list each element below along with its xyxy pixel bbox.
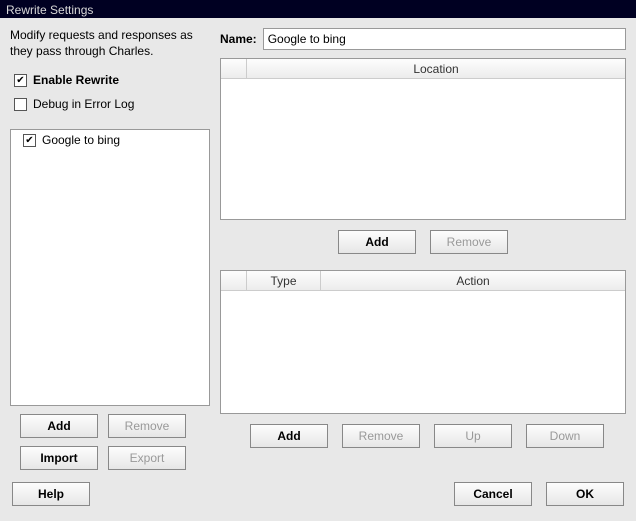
action-tbody <box>221 291 625 413</box>
name-row: Name: <box>220 28 626 50</box>
remove-action-button[interactable]: Remove <box>342 424 420 448</box>
action-thead: Type Action <box>221 271 625 291</box>
list-item[interactable]: ✔ Google to bing <box>11 130 209 150</box>
rule-label: Google to bing <box>42 133 120 147</box>
action-table[interactable]: Type Action <box>220 270 626 414</box>
action-col-action[interactable]: Action <box>321 271 625 290</box>
add-rule-button[interactable]: Add <box>20 414 98 438</box>
action-section: Type Action Add Remove Up Down <box>220 270 626 448</box>
debug-row[interactable]: Debug in Error Log <box>10 97 210 111</box>
location-col-stub[interactable] <box>221 59 247 78</box>
debug-checkbox[interactable] <box>14 98 27 111</box>
debug-label: Debug in Error Log <box>33 97 134 111</box>
up-action-button[interactable]: Up <box>434 424 512 448</box>
help-button[interactable]: Help <box>12 482 90 506</box>
enable-rewrite-row[interactable]: ✔ Enable Rewrite <box>10 73 210 87</box>
enable-rewrite-label: Enable Rewrite <box>33 73 119 87</box>
action-buttons: Add Remove Up Down <box>220 424 626 448</box>
window-title: Rewrite Settings <box>6 3 93 17</box>
name-label: Name: <box>220 32 257 46</box>
titlebar: Rewrite Settings <box>0 0 636 18</box>
location-table[interactable]: Location <box>220 58 626 220</box>
rules-list[interactable]: ✔ Google to bing <box>10 129 210 406</box>
left-pane: Modify requests and responses as they pa… <box>10 28 210 470</box>
enable-rewrite-checkbox[interactable]: ✔ <box>14 74 27 87</box>
action-col-type[interactable]: Type <box>247 271 321 290</box>
right-pane: Name: Location Add Remove Type A <box>220 28 626 470</box>
ok-button[interactable]: OK <box>546 482 624 506</box>
import-rule-button[interactable]: Import <box>20 446 98 470</box>
action-col-stub[interactable] <box>221 271 247 290</box>
export-rule-button[interactable]: Export <box>108 446 186 470</box>
location-thead: Location <box>221 59 625 79</box>
down-action-button[interactable]: Down <box>526 424 604 448</box>
rule-buttons-row-1: Add Remove <box>10 414 210 438</box>
add-location-button[interactable]: Add <box>338 230 416 254</box>
remove-location-button[interactable]: Remove <box>430 230 508 254</box>
add-action-button[interactable]: Add <box>250 424 328 448</box>
intro-text: Modify requests and responses as they pa… <box>10 28 210 59</box>
name-input[interactable] <box>263 28 626 50</box>
location-section: Location Add Remove <box>220 58 626 254</box>
location-tbody <box>221 79 625 219</box>
remove-rule-button[interactable]: Remove <box>108 414 186 438</box>
check-icon: ✔ <box>16 75 24 86</box>
footer: Help Cancel OK <box>0 478 636 516</box>
content: Modify requests and responses as they pa… <box>0 18 636 478</box>
rule-buttons-row-2: Import Export <box>10 446 210 470</box>
rule-checkbox[interactable]: ✔ <box>23 134 36 147</box>
location-buttons: Add Remove <box>220 230 626 254</box>
cancel-button[interactable]: Cancel <box>454 482 532 506</box>
check-icon: ✔ <box>25 135 33 146</box>
location-col-location[interactable]: Location <box>247 59 625 78</box>
